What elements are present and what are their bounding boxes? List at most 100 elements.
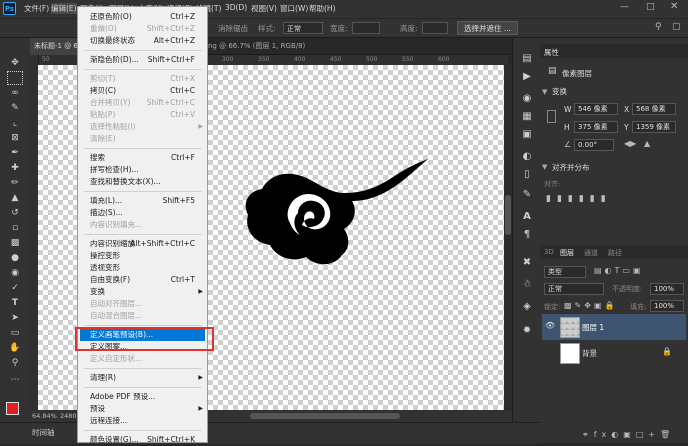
horizontal-scroll-thumb[interactable] bbox=[250, 413, 400, 419]
edit-menu-item[interactable]: 填充(L)... bbox=[90, 195, 122, 207]
y-field[interactable]: 1359 像素 bbox=[632, 121, 676, 133]
rectangle-tool-icon[interactable]: ▭ bbox=[7, 326, 23, 340]
edit-menu-item[interactable]: 还原色阶(O) bbox=[90, 11, 132, 23]
height-field[interactable]: 375 像素 bbox=[574, 121, 618, 133]
maximize-icon[interactable]: □ bbox=[646, 2, 655, 12]
eyedropper-tool-icon[interactable]: ✒ bbox=[7, 146, 23, 160]
history-panel-icon[interactable]: ▤ bbox=[520, 52, 534, 66]
color-panel-icon[interactable]: ◉ bbox=[520, 92, 534, 106]
opacity-field[interactable]: 100% bbox=[650, 283, 684, 295]
hand-tool-icon[interactable]: ✋ bbox=[7, 341, 23, 355]
character-panel-icon[interactable]: A bbox=[520, 210, 534, 224]
brush-tool-icon[interactable]: ✏ bbox=[7, 176, 23, 190]
navigator-panel-icon[interactable]: ☃ bbox=[520, 278, 534, 292]
style-select[interactable]: 正常 bbox=[283, 22, 323, 34]
clone-stamp-tool-icon[interactable]: ▲ bbox=[7, 191, 23, 205]
edit-menu-item[interactable]: 搜索 bbox=[90, 152, 105, 164]
edit-menu-item[interactable]: 远程连接... bbox=[90, 415, 127, 427]
crop-tool-icon[interactable]: ⌞ bbox=[7, 116, 23, 130]
zoom-tool-icon[interactable]: ⚲ bbox=[7, 356, 23, 370]
collapse-chevron-icon[interactable]: ▼ bbox=[542, 88, 547, 96]
edit-menu-item[interactable]: Adobe PDF 预设... bbox=[90, 391, 155, 403]
layer-filter-select[interactable]: 类型 bbox=[544, 266, 586, 278]
quick-select-tool-icon[interactable]: ✎ bbox=[7, 101, 23, 115]
type-tool-icon[interactable]: T bbox=[7, 296, 23, 310]
edit-menu-item[interactable]: 渐隐色阶(D)... bbox=[90, 54, 139, 66]
collapse-chevron-icon[interactable]: ▼ bbox=[542, 163, 547, 171]
layer-name[interactable]: 背景 bbox=[582, 348, 597, 359]
tab-layers[interactable]: 图层 bbox=[560, 248, 574, 258]
edit-menu-item[interactable]: 描边(S)... bbox=[90, 207, 123, 219]
height-input[interactable] bbox=[422, 22, 448, 34]
eraser-tool-icon[interactable]: ▫ bbox=[7, 221, 23, 235]
menu-help[interactable]: 帮助(H) bbox=[309, 3, 336, 14]
blend-mode-select[interactable]: 正常 bbox=[544, 283, 604, 295]
timeline-label[interactable]: 时间轴 bbox=[32, 427, 55, 438]
scroll-thumb[interactable] bbox=[505, 195, 511, 235]
gradients-panel-icon[interactable]: ▣ bbox=[520, 128, 534, 142]
tab-channels[interactable]: 通道 bbox=[584, 248, 598, 258]
menu-3d[interactable]: 3D(D) bbox=[225, 3, 247, 12]
edit-menu-item[interactable]: 预设 bbox=[90, 403, 105, 415]
edit-menu-item[interactable]: 透视变形 bbox=[90, 262, 120, 274]
angle-field[interactable]: 0.00° bbox=[574, 139, 614, 151]
select-and-mask-button[interactable]: 选择并遮住 ... bbox=[457, 21, 519, 35]
marquee-tool-icon[interactable] bbox=[7, 71, 23, 85]
brush-settings-icon[interactable]: ✎ bbox=[520, 188, 534, 202]
layer-comps-icon[interactable]: ◈ bbox=[520, 300, 534, 314]
document-tab-2[interactable]: ng @ 66.7% (图层 1, RGB/8) bbox=[208, 38, 305, 55]
edit-menu-item[interactable]: 清理(R) bbox=[90, 372, 116, 384]
edit-menu-item[interactable]: 操控变形 bbox=[90, 250, 120, 262]
layer-row-background[interactable]: 背景 🔒 bbox=[542, 340, 686, 366]
fill-field[interactable]: 100% bbox=[650, 300, 684, 312]
edit-menu-item[interactable]: 变换 bbox=[90, 286, 105, 298]
edit-menu-item[interactable]: 内容识别缩放 bbox=[90, 238, 135, 250]
search-icon[interactable]: ⚲ bbox=[655, 22, 662, 32]
flip-horizontal-icon[interactable]: ◀▶ bbox=[624, 139, 636, 148]
tab-paths[interactable]: 路径 bbox=[608, 248, 622, 258]
dodge-tool-icon[interactable]: ◉ bbox=[7, 266, 23, 280]
menu-edit[interactable]: 编辑(E) bbox=[51, 3, 77, 14]
layer-name[interactable]: 图层 1 bbox=[582, 322, 604, 333]
history-brush-tool-icon[interactable]: ↺ bbox=[7, 206, 23, 220]
close-icon[interactable]: ✕ bbox=[670, 1, 678, 12]
adjustments-panel-icon[interactable]: ◐ bbox=[520, 150, 534, 164]
frame-tool-icon[interactable]: ⊠ bbox=[7, 131, 23, 145]
tool-presets-icon[interactable]: ✖ bbox=[520, 256, 534, 270]
path-select-tool-icon[interactable]: ➤ bbox=[7, 311, 23, 325]
edit-menu-item[interactable]: 拼写检查(H)... bbox=[90, 164, 139, 176]
x-field[interactable]: 568 像素 bbox=[632, 103, 676, 115]
menu-window[interactable]: 窗口(W) bbox=[280, 3, 308, 14]
foreground-color-swatch[interactable] bbox=[6, 402, 19, 415]
width-input[interactable] bbox=[352, 22, 380, 34]
flip-vertical-icon[interactable]: ▲ bbox=[644, 139, 650, 148]
edit-menu-item[interactable]: 自由变换(F) bbox=[90, 274, 130, 286]
zoom-level[interactable]: 64.84% bbox=[32, 410, 57, 422]
workspace-icon[interactable]: ▢ bbox=[672, 22, 681, 32]
menu-view[interactable]: 视图(V) bbox=[251, 3, 277, 14]
edit-menu-item[interactable]: 切换最终状态 bbox=[90, 35, 135, 47]
edit-menu-item[interactable]: 颜色设置(G)... bbox=[90, 434, 139, 446]
eye-icon[interactable]: 👁 bbox=[545, 321, 555, 330]
align-buttons-icon[interactable]: ▮▮▮▮▮▮ bbox=[546, 194, 612, 204]
swatches-panel-icon[interactable]: ▦ bbox=[520, 110, 534, 124]
blur-tool-icon[interactable]: ● bbox=[7, 251, 23, 265]
layer-filter-icons[interactable]: ▤◐T▭▣ bbox=[594, 266, 644, 275]
healing-brush-tool-icon[interactable]: ✚ bbox=[7, 161, 23, 175]
link-dimensions-icon[interactable] bbox=[547, 110, 556, 123]
more-tools-icon[interactable]: ⋯ bbox=[7, 373, 23, 387]
libraries-panel-icon[interactable]: ▯ bbox=[520, 168, 534, 182]
tab-3d[interactable]: 3D bbox=[544, 248, 554, 256]
edit-menu-item[interactable]: 查找和替换文本(X)... bbox=[90, 176, 161, 188]
menu-file[interactable]: 文件(F) bbox=[24, 3, 49, 14]
paragraph-panel-icon[interactable]: ¶ bbox=[520, 228, 534, 242]
pen-tool-icon[interactable]: ✓ bbox=[7, 281, 23, 295]
vertical-scrollbar[interactable] bbox=[504, 65, 512, 410]
move-tool-icon[interactable]: ✥ bbox=[7, 56, 23, 70]
layer-row-layer1[interactable]: 👁 图层 1 bbox=[542, 314, 686, 340]
gradient-tool-icon[interactable]: ▩ bbox=[7, 236, 23, 250]
lock-icons[interactable]: ▩✎✥▣🔒 bbox=[564, 301, 617, 310]
actions-panel-icon[interactable]: ▶ bbox=[520, 70, 534, 84]
layer-actions-icons[interactable]: ⚭fx◐▣□+🗑 bbox=[582, 430, 675, 439]
edit-menu-item[interactable]: 拷贝(C) bbox=[90, 85, 116, 97]
